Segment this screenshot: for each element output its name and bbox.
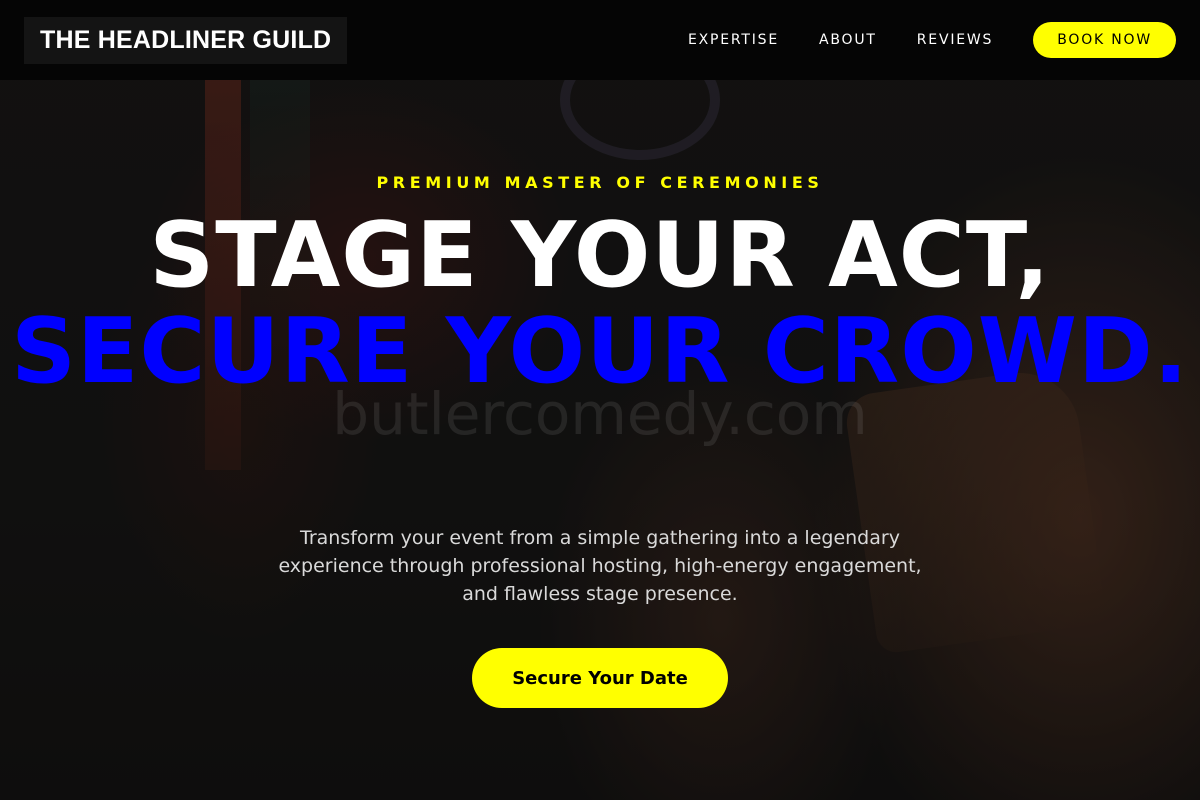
- site-header: THE HEADLINER GUILD EXPERTISE ABOUT REVI…: [0, 0, 1200, 80]
- nav-link-about[interactable]: ABOUT: [819, 32, 877, 48]
- brand-logo[interactable]: THE HEADLINER GUILD: [24, 16, 348, 64]
- hero-eyebrow: PREMIUM MASTER OF CEREMONIES: [376, 173, 824, 192]
- nav-link-expertise[interactable]: EXPERTISE: [688, 32, 779, 48]
- hero-section: PREMIUM MASTER OF CEREMONIES butlercomed…: [0, 80, 1200, 800]
- book-now-button[interactable]: BOOK NOW: [1033, 22, 1176, 58]
- hero-subtitle: Transform your event from a simple gathe…: [278, 527, 922, 605]
- hero-headline: STAGE YOUR ACT, SECURE YOUR CROWD.: [0, 208, 1200, 400]
- headline-line-2: SECURE YOUR CROWD.: [11, 299, 1189, 404]
- nav-link-reviews[interactable]: REVIEWS: [917, 32, 993, 48]
- main-nav: EXPERTISE ABOUT REVIEWS BOOK NOW: [688, 22, 1176, 58]
- headline-line-1: STAGE YOUR ACT,: [149, 203, 1051, 308]
- secure-date-button[interactable]: Secure Your Date: [472, 648, 728, 708]
